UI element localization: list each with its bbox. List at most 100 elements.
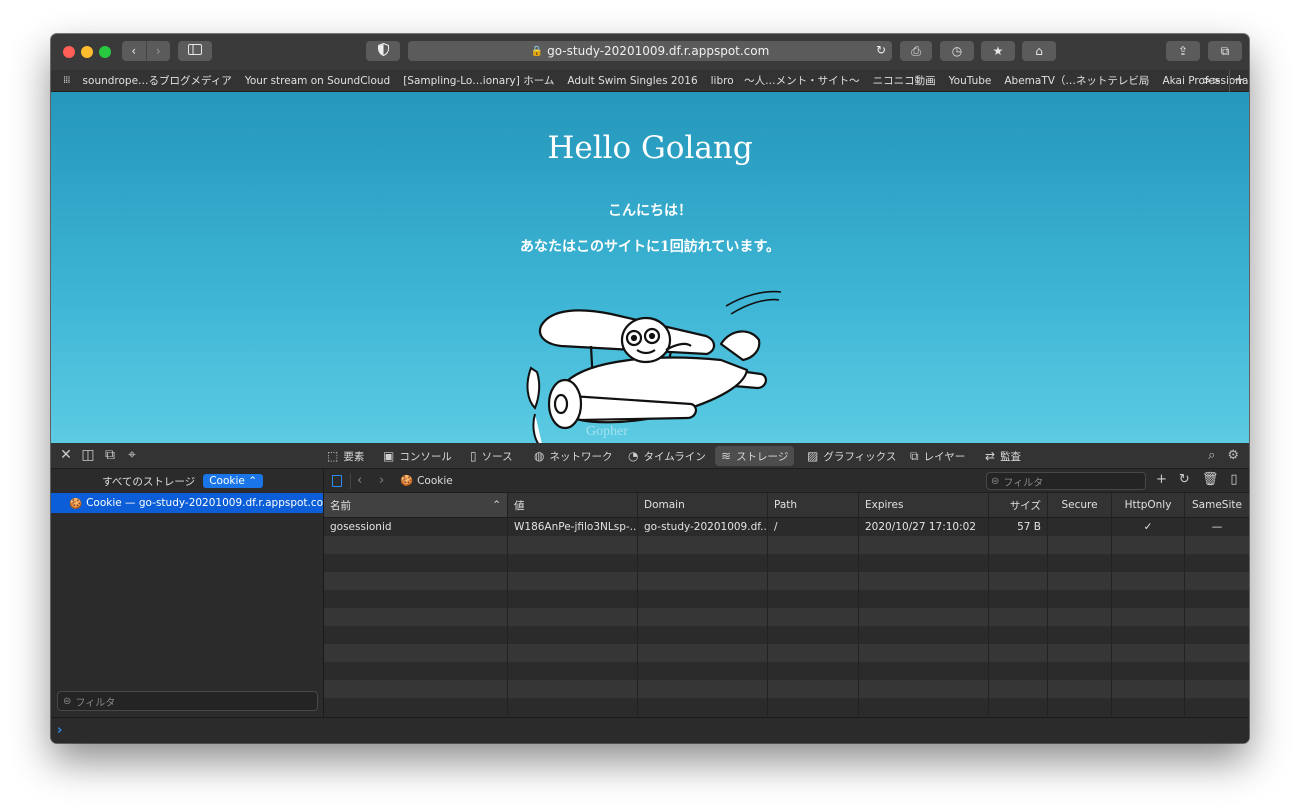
- zoom-window-button[interactable]: [99, 46, 111, 58]
- toggle-navigation-sidebar-icon[interactable]: [332, 475, 342, 487]
- home-button[interactable]: ⌂: [1022, 41, 1056, 61]
- storage-type-select[interactable]: Cookie ⌃: [203, 474, 263, 488]
- column-header-domain[interactable]: Domain: [638, 493, 768, 517]
- cookie-table-panel: ‹ › 🍪 Cookie ⊜ フィルタ + ↻ 🗑 ▯ 名前 ⌃ 値 Domai…: [324, 469, 1249, 717]
- audit-icon: ⇄: [985, 449, 996, 463]
- empty-cell: [638, 680, 768, 698]
- sidebar-filter-input[interactable]: ⊜ フィルタ: [57, 691, 318, 711]
- favorites-grid-icon[interactable]: ⁞⁞⁞: [63, 75, 70, 86]
- more-bookmarks-button[interactable]: >>: [1203, 74, 1221, 87]
- detach-window-icon[interactable]: ⧉: [103, 447, 117, 463]
- minimize-window-button[interactable]: [81, 46, 93, 58]
- share-button[interactable]: ⇪: [1166, 41, 1200, 61]
- inspector-window-controls: ✕ ◫ ⧉ ⌖: [59, 447, 139, 463]
- table-row[interactable]: gosessionid W186AnPe-jfilo3NLsp-... go-s…: [324, 518, 1249, 536]
- empty-cell: [859, 698, 989, 716]
- tab-sources[interactable]: ▯ ソース: [464, 446, 519, 466]
- empty-cell: [768, 698, 859, 716]
- column-header-secure[interactable]: Secure: [1048, 493, 1112, 517]
- bookmark-item[interactable]: Adult Swim Singles 2016: [567, 75, 697, 87]
- column-header-path[interactable]: Path: [768, 493, 859, 517]
- empty-cell: [859, 590, 989, 608]
- bookmark-item[interactable]: ニコニコ動画: [873, 73, 936, 88]
- forward-icon[interactable]: ›: [379, 473, 384, 488]
- empty-cell: [1112, 608, 1185, 626]
- bookmark-item[interactable]: soundrope…るブログメディア: [83, 73, 232, 88]
- back-icon[interactable]: ‹: [357, 473, 362, 488]
- trash-icon[interactable]: 🗑: [1202, 472, 1219, 487]
- search-icon[interactable]: ⌕: [1208, 448, 1215, 463]
- sidebar-toggle-button[interactable]: [178, 41, 212, 61]
- bookmark-item[interactable]: [Sampling-Lo…ionary] ホーム: [403, 73, 554, 88]
- elements-icon: ⬚: [327, 449, 339, 463]
- empty-cell: [324, 608, 508, 626]
- address-bar[interactable]: 🔒 go-study-20201009.df.r.appspot.com ↻: [408, 41, 892, 61]
- new-tab-button[interactable]: +: [1229, 70, 1249, 92]
- empty-cell: [508, 680, 638, 698]
- empty-cell: [1112, 644, 1185, 662]
- quick-console[interactable]: ›: [51, 717, 1249, 743]
- forward-button[interactable]: ›: [145, 41, 171, 61]
- bookmark-item[interactable]: YouTube: [949, 75, 992, 87]
- empty-cell: [638, 626, 768, 644]
- cookie-expires: 2020/10/27 17:10:02: [859, 518, 989, 536]
- empty-cell: [1112, 590, 1185, 608]
- tab-overview-button[interactable]: ⧉: [1208, 41, 1242, 61]
- empty-cell: [1048, 698, 1112, 716]
- back-button[interactable]: ‹: [122, 41, 146, 61]
- details-sidebar-icon[interactable]: ▯: [1230, 472, 1237, 487]
- console-icon: ▣: [383, 449, 395, 463]
- column-header-samesite[interactable]: SameSite: [1185, 493, 1249, 517]
- dock-bottom-icon[interactable]: ◫: [81, 447, 95, 463]
- gear-icon[interactable]: ⚙: [1227, 448, 1239, 463]
- column-header-httponly[interactable]: HttpOnly: [1112, 493, 1185, 517]
- tab-elements[interactable]: ⬚ 要素: [321, 446, 370, 466]
- tab-network[interactable]: ◍ ネットワーク: [528, 446, 618, 466]
- column-header-name[interactable]: 名前 ⌃: [324, 493, 508, 517]
- bookmark-button[interactable]: ★: [981, 41, 1015, 61]
- tab-audit[interactable]: ⇄ 監査: [979, 446, 1027, 466]
- tab-timeline[interactable]: ◔ タイムライン: [622, 446, 712, 466]
- bookmark-item[interactable]: AbemaTV（…ネットテレビ局: [1004, 73, 1149, 88]
- refresh-icon[interactable]: ↻: [1179, 472, 1190, 487]
- column-header-value[interactable]: 値: [508, 493, 638, 517]
- empty-cell: [1112, 680, 1185, 698]
- bookmark-star-icon: ★: [992, 44, 1004, 58]
- print-button[interactable]: ⎙: [900, 41, 932, 61]
- console-prompt-icon: ›: [57, 723, 63, 738]
- history-button[interactable]: ◷: [940, 41, 974, 61]
- inspector-tools: ⌕ ⚙: [1208, 448, 1239, 463]
- bookmark-item[interactable]: libro 〜人…メント・サイト〜: [711, 73, 860, 88]
- reload-icon[interactable]: ↻: [876, 43, 886, 57]
- cookie-name: gosessionid: [324, 518, 508, 536]
- crosshair-icon[interactable]: ⌖: [125, 447, 139, 463]
- empty-cell: [1112, 662, 1185, 680]
- empty-cell: [508, 590, 638, 608]
- empty-cell: [638, 662, 768, 680]
- add-icon[interactable]: +: [1156, 472, 1167, 487]
- empty-cell: [859, 626, 989, 644]
- empty-cell: [768, 536, 859, 554]
- layers-icon: ⧉: [910, 448, 919, 463]
- empty-cell: [768, 608, 859, 626]
- tab-storage[interactable]: ≋ ストレージ: [715, 446, 795, 466]
- cookie-httponly: ✓: [1112, 518, 1185, 536]
- illustration-credit: Gopher: [586, 424, 628, 439]
- sidebar-item-cookie[interactable]: 🍪 Cookie — go-study-20201009.df.r.appspo…: [51, 493, 333, 513]
- close-icon[interactable]: ✕: [59, 447, 73, 463]
- cookie-filter-input[interactable]: ⊜ フィルタ: [986, 472, 1146, 490]
- tab-graphics[interactable]: ▨ グラフィックス: [801, 446, 902, 466]
- tab-layers[interactable]: ⧉ レイヤー: [904, 446, 971, 466]
- column-header-size[interactable]: サイズ: [989, 493, 1048, 517]
- lock-icon: 🔒: [530, 45, 544, 57]
- empty-cell: [859, 554, 989, 572]
- empty-cell: [1185, 590, 1249, 608]
- bookmark-item[interactable]: Your stream on SoundCloud: [245, 75, 390, 87]
- privacy-report-button[interactable]: [366, 41, 400, 61]
- column-header-expires[interactable]: Expires: [859, 493, 989, 517]
- empty-cell: [989, 626, 1048, 644]
- gopher-airplane-illustration: [526, 290, 781, 443]
- cookie-value: W186AnPe-jfilo3NLsp-...: [508, 518, 638, 536]
- close-window-button[interactable]: [63, 46, 75, 58]
- tab-console[interactable]: ▣ コンソール: [377, 446, 458, 466]
